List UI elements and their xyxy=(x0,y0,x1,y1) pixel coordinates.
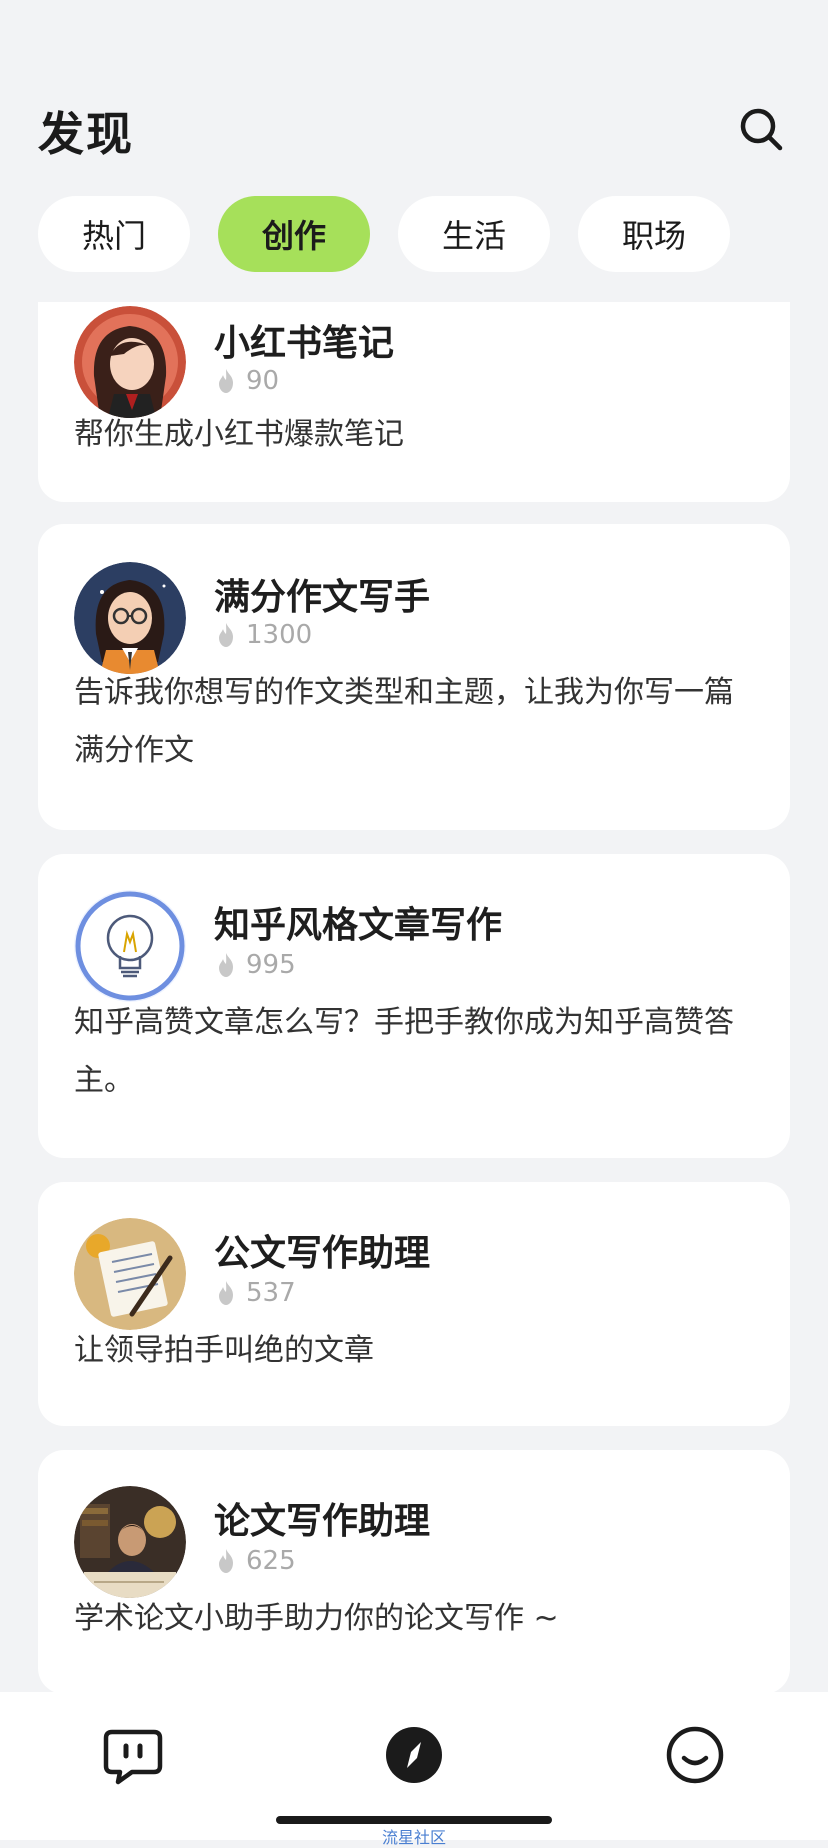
heat-count: 1300 xyxy=(214,620,312,650)
category-tabs: 热门 创作 生活 职场 xyxy=(38,196,730,272)
tab-creation[interactable]: 创作 xyxy=(218,196,370,272)
flame-icon xyxy=(219,623,233,647)
tab-hot[interactable]: 热门 xyxy=(38,196,190,272)
card-title: 论文写作助理 xyxy=(214,1501,431,1542)
card-title: 小红书笔记 xyxy=(214,323,395,364)
flame-icon xyxy=(219,1281,233,1305)
watermark-text: 流星社区 xyxy=(381,1828,446,1847)
page-title: 发现 xyxy=(38,107,134,161)
heat-count: 537 xyxy=(214,1278,296,1308)
heat-value: 625 xyxy=(246,1546,296,1576)
card-description: 知乎高赞文章怎么写？手把手教你成为知乎高赞答主。 xyxy=(74,1005,734,1098)
bot-card[interactable]: 论文写作助理 625 学术论文小助手助力你的论文写作 ~ xyxy=(38,1450,790,1692)
card-description: 学术论文小助手助力你的论文写作 ~ xyxy=(74,1601,559,1636)
chat-bubble-icon[interactable] xyxy=(102,1724,164,1786)
heat-value: 537 xyxy=(246,1278,296,1308)
heat-value: 1300 xyxy=(246,620,313,650)
heat-value: 995 xyxy=(246,950,296,980)
heat-value: 90 xyxy=(246,366,280,396)
flame-icon xyxy=(219,369,233,393)
bot-card[interactable]: 公文写作助理 537 让领导拍手叫绝的文章 xyxy=(38,1182,790,1426)
girl-red-avatar xyxy=(74,306,186,418)
search-icon[interactable] xyxy=(736,104,786,154)
scholar-desk-avatar xyxy=(74,1486,186,1598)
card-title: 公文写作助理 xyxy=(214,1233,431,1274)
tab-life[interactable]: 生活 xyxy=(398,196,550,272)
card-description: 帮你生成小红书爆款笔记 xyxy=(74,417,404,452)
flame-icon xyxy=(219,953,233,977)
bot-card[interactable]: 满分作文写手 1300 告诉我你想写的作文类型和主题，让我为你写一篇满分作文 xyxy=(38,524,790,830)
heat-count: 995 xyxy=(214,950,296,980)
smile-icon[interactable] xyxy=(664,1724,726,1786)
document-pen-avatar xyxy=(74,1218,186,1330)
compass-icon[interactable] xyxy=(383,1724,445,1786)
flame-icon xyxy=(219,1549,233,1573)
card-title: 知乎风格文章写作 xyxy=(214,905,503,946)
heat-count: 90 xyxy=(214,366,279,396)
page-header: 发现 xyxy=(0,0,828,161)
tab-workplace[interactable]: 职场 xyxy=(578,196,730,272)
card-description: 告诉我你想写的作文类型和主题，让我为你写一篇满分作文 xyxy=(74,675,734,768)
bot-card[interactable]: 知乎风格文章写作 995 知乎高赞文章怎么写？手把手教你成为知乎高赞答主。 xyxy=(38,854,790,1158)
lightbulb-avatar xyxy=(74,890,186,1002)
card-description: 让领导拍手叫绝的文章 xyxy=(74,1333,374,1368)
bot-list: 小红书笔记 90 帮你生成小红书爆款笔记 满分作文写手 1300 告诉我你想写的… xyxy=(38,302,790,1692)
home-indicator xyxy=(276,1816,552,1824)
card-title: 满分作文写手 xyxy=(214,577,431,618)
bot-card[interactable]: 小红书笔记 90 帮你生成小红书爆款笔记 xyxy=(38,302,790,502)
student-glasses-avatar xyxy=(74,562,186,674)
heat-count: 625 xyxy=(214,1546,296,1576)
